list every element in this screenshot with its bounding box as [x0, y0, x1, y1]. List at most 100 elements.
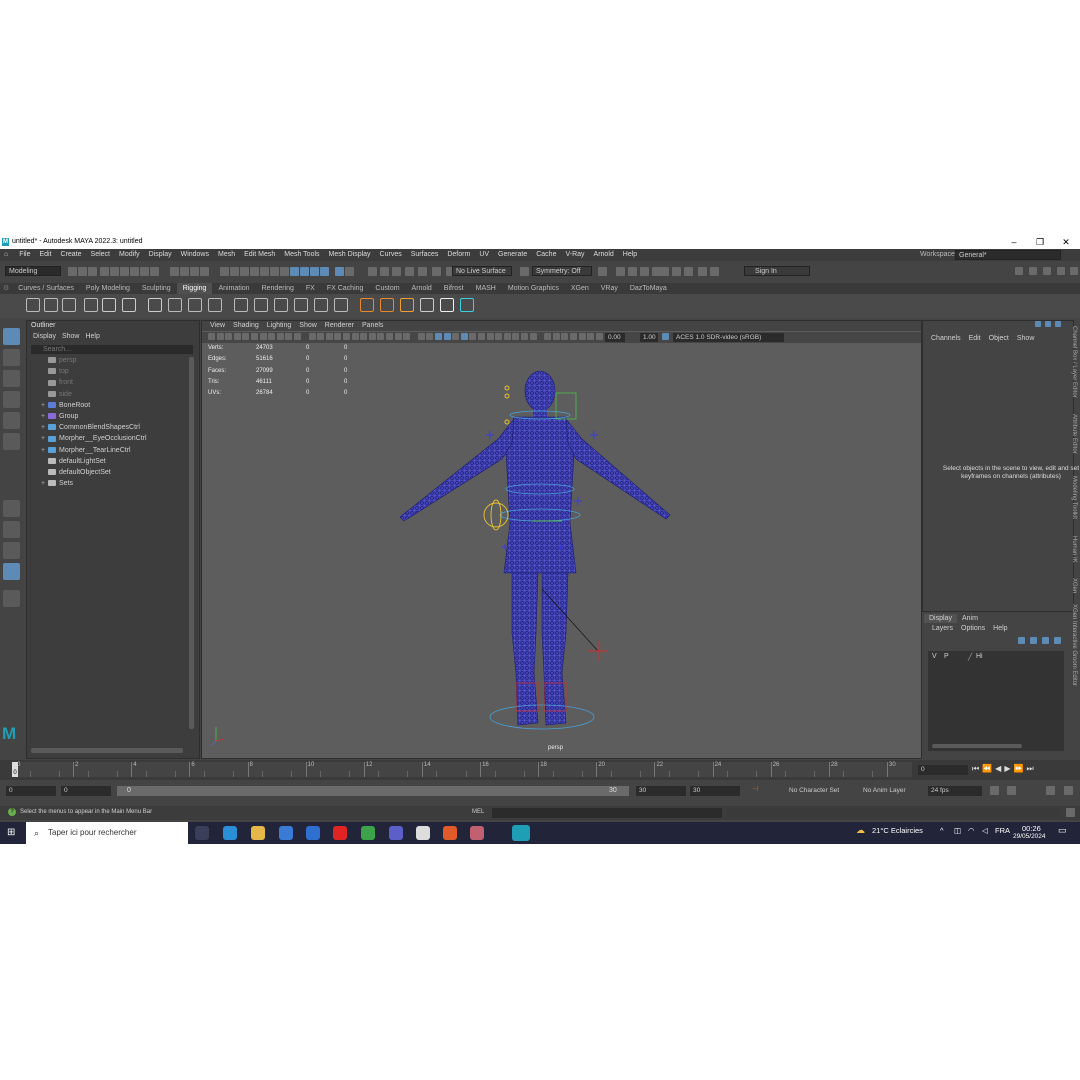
outliner-item-defaultlightset[interactable]: defaultLightSet — [41, 457, 106, 467]
shelf-tab-arnold[interactable]: Arnold — [406, 283, 438, 294]
viewport-tool-icon[interactable] — [478, 333, 485, 340]
layer-scrollbar[interactable] — [932, 744, 1022, 748]
viewport-tool-icon[interactable] — [377, 333, 385, 340]
wps-icon[interactable] — [416, 826, 430, 840]
channel-box-menu-channels[interactable]: Channels — [931, 335, 961, 342]
daz-icon[interactable] — [443, 826, 457, 840]
go-to-end-icon[interactable]: ⏭ — [1026, 764, 1036, 773]
layer-tab-anim[interactable]: Anim — [957, 614, 983, 623]
viewport-panel[interactable]: View Shading Lighting Show Renderer Panels 0.… — [201, 320, 922, 759]
quick-rig-icon[interactable] — [122, 298, 136, 312]
outliner-menu-display[interactable]: Display — [33, 333, 56, 340]
viewport-tool-icon[interactable] — [552, 333, 560, 340]
statusline-tool-icon[interactable] — [598, 267, 607, 276]
character-set-dropdown[interactable]: No Character Set — [786, 786, 844, 796]
statusline-tool-icon[interactable] — [280, 267, 289, 276]
viewport-tool-icon[interactable] — [570, 333, 577, 340]
paint-weights-icon[interactable] — [84, 298, 98, 312]
side-by-side-icon[interactable] — [3, 542, 20, 559]
side-tab-attribute-editor[interactable]: Attribute Editor — [1071, 414, 1077, 454]
gamma-field[interactable]: 1.00 — [640, 333, 658, 342]
shelf-tab-sculpting[interactable]: Sculpting — [136, 283, 177, 294]
viewport-menu-view[interactable]: View — [210, 322, 225, 329]
viewport-menu-lighting[interactable]: Lighting — [267, 322, 292, 329]
shelf-tab-rendering[interactable]: Rendering — [256, 283, 300, 294]
menu-create[interactable]: Create — [61, 249, 82, 261]
statusline-tool-icon[interactable] — [130, 267, 139, 276]
outliner-item-boneroot[interactable]: + BoneRoot — [41, 401, 90, 411]
menu-edit[interactable]: Edit — [39, 249, 51, 261]
four-view-icon[interactable] — [3, 521, 20, 538]
viewport-menu-renderer[interactable]: Renderer — [325, 322, 354, 329]
statusline-tool-icon[interactable] — [260, 267, 269, 276]
viewport-tool-icon[interactable] — [386, 333, 393, 340]
viewport-tool-icon[interactable] — [529, 333, 537, 340]
language-indicator[interactable]: FRA — [995, 826, 1010, 835]
viewport-tool-icon[interactable] — [334, 333, 342, 340]
locator-icon[interactable] — [360, 298, 374, 312]
t-pose-icon[interactable] — [460, 298, 474, 312]
command-line-input[interactable] — [492, 808, 722, 818]
orient-constraint-icon[interactable] — [274, 298, 288, 312]
range-bar[interactable]: 0 30 — [117, 786, 629, 796]
viewport-tool-icon[interactable] — [460, 333, 468, 340]
expand-toggle-icon[interactable]: + — [41, 446, 48, 456]
shelf-tab-bifrost[interactable]: Bifrost — [438, 283, 470, 294]
color-management-icon[interactable] — [662, 333, 669, 340]
viewport-tool-icon[interactable] — [251, 333, 258, 340]
menu-edit-mesh[interactable]: Edit Mesh — [244, 249, 275, 261]
viewport-tool-icon[interactable] — [343, 333, 350, 340]
scale-tool-icon[interactable] — [3, 433, 20, 450]
outliner-item-group[interactable]: + Group — [41, 412, 78, 422]
menu-v-ray[interactable]: V-Ray — [565, 249, 584, 261]
clock-time[interactable]: 00:26 — [1022, 824, 1041, 833]
outliner-item-commonblendshapesctrl[interactable]: + CommonBlendShapesCtrl — [41, 423, 140, 433]
viewport-tool-icon[interactable] — [233, 333, 241, 340]
arnold-icon[interactable] — [400, 298, 414, 312]
anim-prefs-icon[interactable] — [1046, 786, 1055, 795]
viewport-tool-icon[interactable] — [403, 333, 411, 340]
lattice-icon[interactable] — [168, 298, 182, 312]
panel-toggle-icon[interactable] — [1070, 267, 1078, 275]
app-icon[interactable] — [470, 826, 484, 840]
outliner-item-persp[interactable]: persp — [41, 356, 77, 366]
settings-icon[interactable] — [1064, 786, 1073, 795]
menu-windows[interactable]: Windows — [181, 249, 209, 261]
menu-file[interactable]: File — [19, 249, 30, 261]
shelf-tab-fx-caching[interactable]: FX Caching — [321, 283, 370, 294]
single-view-icon[interactable] — [3, 500, 20, 517]
viewport-tool-icon[interactable] — [259, 333, 267, 340]
viewport-tool-icon[interactable] — [512, 333, 520, 340]
statusline-tool-icon[interactable] — [78, 267, 87, 276]
viewport-tool-icon[interactable] — [360, 333, 368, 340]
shelf-tab-animation[interactable]: Animation — [212, 283, 255, 294]
ik-handle-icon[interactable] — [44, 298, 58, 312]
human-ik-icon[interactable] — [148, 298, 162, 312]
outliner-vscrollbar[interactable] — [189, 357, 194, 729]
viewport-tool-icon[interactable] — [495, 333, 503, 340]
menu-deform[interactable]: Deform — [447, 249, 470, 261]
viewport-tool-icon[interactable] — [469, 333, 477, 340]
outliner-menu-show[interactable]: Show — [62, 333, 80, 340]
channel-box-menu-edit[interactable]: Edit — [969, 335, 981, 342]
task-view-icon[interactable] — [195, 826, 209, 840]
menu-mesh-display[interactable]: Mesh Display — [329, 249, 371, 261]
statusline-tool-icon[interactable] — [392, 267, 401, 276]
layer-tab-display[interactable]: Display — [924, 614, 957, 623]
panel-toggle-icon[interactable] — [1043, 267, 1051, 275]
viewport-menu-show[interactable]: Show — [299, 322, 317, 329]
menu-generate[interactable]: Generate — [498, 249, 527, 261]
weather-text[interactable]: 21°C Eclaircies — [872, 826, 923, 835]
shelf-options-icon[interactable]: ⚙ — [0, 283, 12, 294]
layer-menu-options[interactable]: Options — [961, 625, 985, 632]
current-time-marker[interactable]: 0 — [12, 762, 18, 777]
statusline-tool-icon[interactable] — [684, 267, 693, 276]
viewport-tool-icon[interactable] — [208, 333, 215, 340]
side-tab-xgen-interactive-groom-editor[interactable]: XGen Interactive Groom Editor — [1071, 604, 1077, 686]
channel-box-menu-object[interactable]: Object — [989, 335, 1009, 342]
auto-key-icon[interactable]: ⊣ — [752, 785, 758, 793]
statusline-tool-icon[interactable] — [230, 267, 239, 276]
viewport-tool-icon[interactable] — [578, 333, 586, 340]
shelf-tab-custom[interactable]: Custom — [369, 283, 405, 294]
animation-end-field[interactable]: 30 — [690, 786, 740, 796]
